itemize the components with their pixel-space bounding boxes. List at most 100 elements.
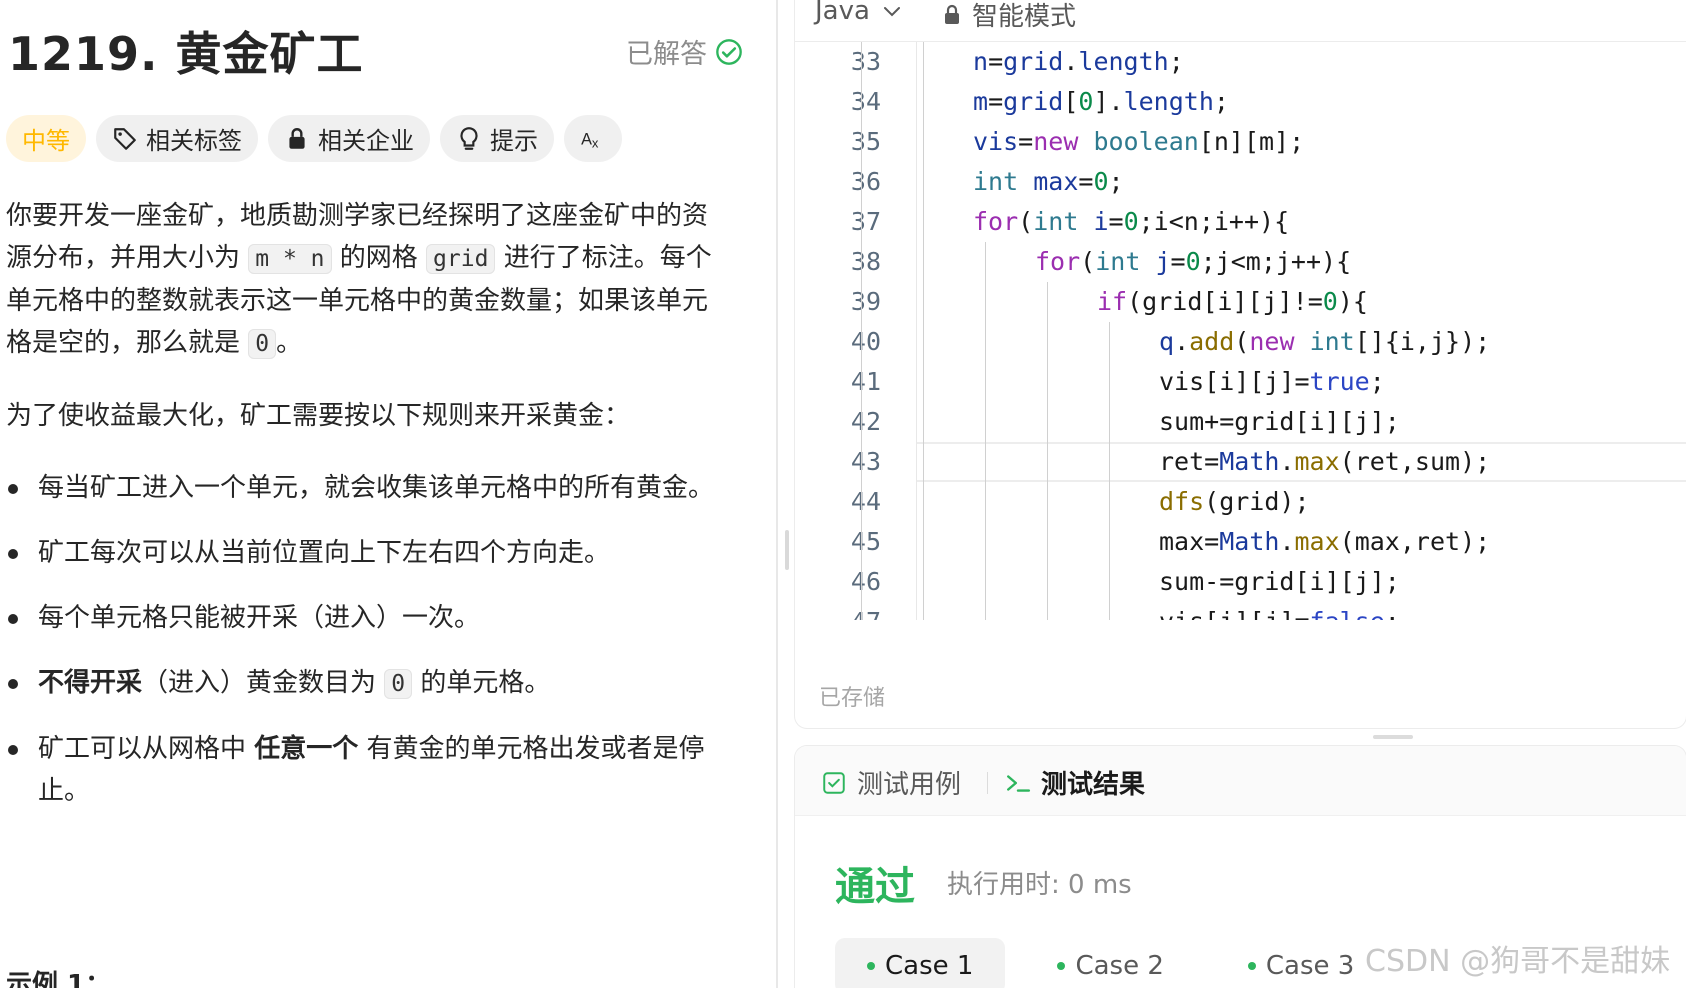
tag-icon: [114, 127, 136, 150]
difficulty-label: 中等: [22, 127, 70, 155]
case-tabs: Case 1 Case 2 Case 3: [835, 938, 1386, 988]
indent-guide: [1047, 282, 1048, 620]
tab-testcase-label: 测试用例: [857, 770, 962, 800]
runtime-text: 执行用时: 0 ms: [947, 870, 1132, 900]
code-text: ret=Math.max(ret,sum);: [1159, 447, 1491, 476]
rules-list: 每当矿工进入一个单元，就会收集该单元格中的所有黄金。 矿工每次可以从当前位置向上…: [6, 467, 726, 812]
code-text: m=grid[0].length;: [973, 87, 1229, 116]
lightbulb-icon: [460, 126, 478, 150]
case-label: Case 2: [1075, 951, 1164, 981]
code-text: int max=0;: [973, 167, 1124, 196]
inline-code: 0: [248, 329, 277, 359]
code-line[interactable]: 46 sum-=grid[i][j];: [795, 562, 1686, 602]
description-paragraph: 你要开发一座金矿，地质勘测学家已经探明了这座金矿中的资源分布，并用大小为 m *…: [6, 201, 712, 359]
watermark: CSDN @狗哥不是甜妹: [1365, 944, 1671, 979]
lock-icon: [289, 127, 305, 149]
code-text: for(int i=0;i<n;i++){: [973, 207, 1290, 236]
code-line[interactable]: 42 sum+=grid[i][j];: [795, 402, 1686, 442]
hint-button[interactable]: 提示: [440, 115, 554, 162]
case-label: Case 3: [1265, 951, 1355, 981]
code-line[interactable]: 39 if(grid[i][j]!=0){: [795, 282, 1686, 322]
tab-testcase[interactable]: 测试用例: [821, 764, 961, 801]
language-select[interactable]: Java: [815, 0, 904, 26]
pass-dot: [1057, 962, 1066, 970]
difficulty-tag[interactable]: 中等: [6, 115, 86, 162]
code-line[interactable]: 47 vis[i][j]=false;: [795, 602, 1686, 620]
result-status: 通过: [835, 864, 915, 910]
line-number: 46: [850, 567, 881, 596]
result-tabs: 测试用例 测试结果: [795, 746, 1686, 816]
line-number: 47: [795, 602, 881, 620]
code-area[interactable]: 33 n=grid.length; 34 m=grid[0].length; 35 vis…: [795, 42, 1686, 620]
example-heading: 示例 1：: [6, 970, 112, 988]
line-number: 34: [850, 87, 881, 116]
line-number: 39: [850, 287, 881, 316]
code-text: sum-=grid[i][j];: [1159, 567, 1400, 596]
smart-mode-toggle[interactable]: 智能模式: [940, 0, 1076, 33]
code-text: if(grid[i][j]!=0){: [1097, 287, 1368, 316]
translate-icon: Ax: [581, 130, 599, 150]
indent-guide: [861, 42, 862, 620]
code-line[interactable]: 38 for(int j=0;j<m;j++){: [795, 242, 1686, 282]
related-companies-label: 相关企业: [318, 127, 414, 155]
code-text: vis[i][j]=true;: [1159, 367, 1385, 396]
indent-guide: [923, 42, 924, 620]
code-text: n=grid.length;: [973, 47, 1184, 76]
vertical-resize-handle[interactable]: [785, 530, 789, 570]
tab-result-label: 测试结果: [1041, 770, 1146, 800]
code-line[interactable]: 45 max=Math.max(max,ret);: [795, 522, 1686, 562]
line-number: 38: [850, 247, 881, 276]
code-line[interactable]: 36 int max=0;: [795, 162, 1686, 202]
related-companies-button[interactable]: 相关企业: [268, 115, 430, 162]
problem-description: 你要开发一座金矿，地质勘测学家已经探明了这座金矿中的资源分布，并用大小为 m *…: [6, 195, 726, 835]
line-number: 35: [850, 127, 881, 156]
hint-label: 提示: [490, 127, 538, 155]
code-line[interactable]: 43 ret=Math.max(ret,sum);: [795, 442, 1686, 482]
code-text: for(int j=0;j<m;j++){: [1035, 247, 1352, 276]
case-tab-1[interactable]: Case 1: [835, 938, 1006, 988]
lock-icon: [945, 4, 959, 24]
terminal-icon: [1007, 774, 1031, 792]
inline-code: grid: [426, 244, 496, 274]
code-text: max=Math.max(max,ret);: [1159, 527, 1491, 556]
code-line[interactable]: 40 q.add(new int[]{i,j});: [795, 322, 1686, 362]
chevron-down-icon: [883, 7, 900, 17]
code-line[interactable]: 33 n=grid.length;: [795, 42, 1686, 82]
code-line[interactable]: 35 vis=new boolean[n][m];: [795, 122, 1686, 162]
code-editor: Java 智能模式 33 n=grid.length; 34 m=grid[0].le…: [795, 0, 1686, 728]
code-line[interactable]: 41 vis[i][j]=true;: [795, 362, 1686, 402]
checkbox-icon: [823, 771, 845, 794]
list-item: 矿工每次可以从当前位置向上下左右四个方向走。: [6, 532, 726, 574]
code-line[interactable]: 34 m=grid[0].length;: [795, 82, 1686, 122]
line-number: 42: [850, 407, 881, 436]
tab-result[interactable]: 测试结果: [1005, 764, 1145, 801]
mode-label: 智能模式: [972, 2, 1077, 32]
code-line[interactable]: 44 dfs(grid);: [795, 482, 1686, 522]
check-circle-icon: [716, 38, 742, 65]
line-number: 41: [850, 367, 881, 396]
related-tags-label: 相关标签: [146, 127, 242, 155]
pass-dot: [1247, 962, 1256, 970]
horizontal-resize-handle[interactable]: [1373, 735, 1413, 739]
panel-divider[interactable]: [776, 0, 778, 988]
case-label: Case 1: [885, 951, 974, 981]
indent-guide: [1109, 322, 1110, 620]
pass-dot: [867, 962, 875, 970]
code-line[interactable]: 37 for(int i=0;i<n;i++){: [795, 202, 1686, 242]
editor-toolbar: Java 智能模式: [795, 0, 1686, 42]
case-tab-2[interactable]: Case 2: [1025, 938, 1195, 988]
line-number: 40: [850, 327, 881, 356]
case-tab-3[interactable]: Case 3: [1216, 938, 1386, 988]
line-number: 33: [850, 47, 881, 76]
inline-code: 0: [384, 669, 413, 699]
related-tags-button[interactable]: 相关标签: [96, 115, 258, 162]
code-text: vis[i][j]=false;: [1159, 602, 1400, 620]
problem-panel: 1219. 黄金矿工 已解答 中等 相关标签 相关企业 提示 Ax 你要开发一座…: [0, 0, 776, 988]
list-item: 每当矿工进入一个单元，就会收集该单元格中的所有黄金。: [6, 467, 726, 509]
svg-text:A: A: [581, 130, 592, 148]
problem-title: 1219. 黄金矿工: [8, 27, 364, 81]
svg-text:x: x: [592, 135, 599, 150]
description-paragraph: 为了使收益最大化，矿工需要按以下规则来开采黄金：: [6, 401, 631, 431]
code-text: sum+=grid[i][j];: [1159, 407, 1400, 436]
translate-button[interactable]: Ax: [564, 115, 622, 162]
